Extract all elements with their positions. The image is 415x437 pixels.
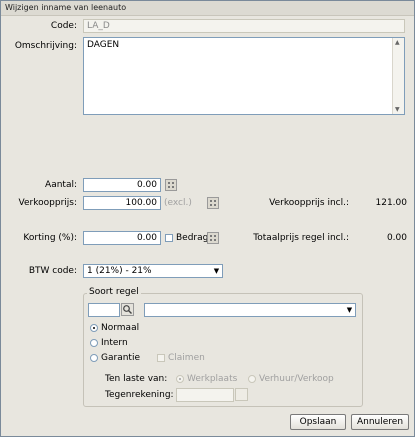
scroll-up-icon[interactable]: ▲ [395,39,400,46]
btw-select[interactable]: 1 (21%) - 21% ▼ [83,264,223,278]
verkoopprijs-calculator-icon[interactable] [207,197,219,209]
radio-normaal-label: Normaal [101,323,140,333]
tegenrekening-label: Tegenrekening: [105,390,174,400]
omschrijving-text: DAGEN [87,40,120,50]
omschrijving-label: Omschrijving: [14,41,77,51]
totaalprijs-value: 0.00 [386,233,407,243]
dialog-window: Wijzigen inname van leenauto Code: LA_D … [0,0,415,437]
title-bar: Wijzigen inname van leenauto [1,1,414,16]
verkoopprijs-incl-label: Verkoopprijs incl.: [269,198,349,208]
code-field: LA_D [83,19,405,33]
korting-calculator-icon[interactable] [207,232,219,244]
omschrijving-textarea[interactable]: DAGEN ▲ ▼ [83,37,405,115]
btw-selected-value: 1 (21%) - 21% [87,266,152,276]
omschrijving-scrollbar[interactable]: ▲ ▼ [392,38,404,114]
save-button[interactable]: Opslaan [290,414,346,430]
claimen-label: Claimen [168,353,205,363]
radio-verhuur-verkoop [248,375,256,383]
soort-regel-code-input[interactable] [88,303,120,317]
radio-intern-label: Intern [101,338,128,348]
radio-garantie[interactable] [90,354,98,362]
verkoopprijs-incl-value: 121.00 [375,198,408,208]
radio-intern[interactable] [90,339,98,347]
aantal-input[interactable]: 0.00 [83,178,161,192]
excl-label: (excl.) [164,198,192,208]
bedrag-checkbox[interactable] [165,234,173,242]
verkoopprijs-label: Verkoopprijs: [18,198,77,208]
radio-garantie-label: Garantie [101,353,140,363]
radio-normaal[interactable] [90,324,98,332]
totaalprijs-label: Totaalprijs regel incl.: [253,233,349,243]
cancel-button[interactable]: Annuleren [351,414,409,430]
ten-laste-label: Ten laste van: [105,374,168,384]
window-title: Wijzigen inname van leenauto [5,3,127,12]
verkoopprijs-input[interactable]: 100.00 [83,196,161,210]
claimen-checkbox [157,354,165,362]
radio-verhuur-verkoop-label: Verhuur/Verkoop [259,374,334,384]
chevron-down-icon[interactable]: ▼ [344,304,355,316]
scroll-down-icon[interactable]: ▼ [395,106,400,113]
aantal-calculator-icon[interactable] [165,179,177,191]
aantal-label: Aantal: [45,180,77,190]
btw-label: BTW code: [28,266,77,276]
tegenrekening-input [176,388,234,402]
radio-werkplaats-label: Werkplaats [187,374,238,384]
radio-werkplaats [176,375,184,383]
search-icon[interactable] [121,303,134,316]
tegenrekening-lookup-icon [235,388,248,401]
korting-input[interactable]: 0.00 [83,231,161,245]
bedrag-label: Bedrag [176,233,209,243]
code-label: Code: [50,21,77,31]
soort-regel-select[interactable]: ▼ [144,303,356,317]
chevron-down-icon[interactable]: ▼ [211,265,222,277]
korting-label: Korting (%): [23,233,77,243]
soort-regel-title: Soort regel [87,287,141,297]
